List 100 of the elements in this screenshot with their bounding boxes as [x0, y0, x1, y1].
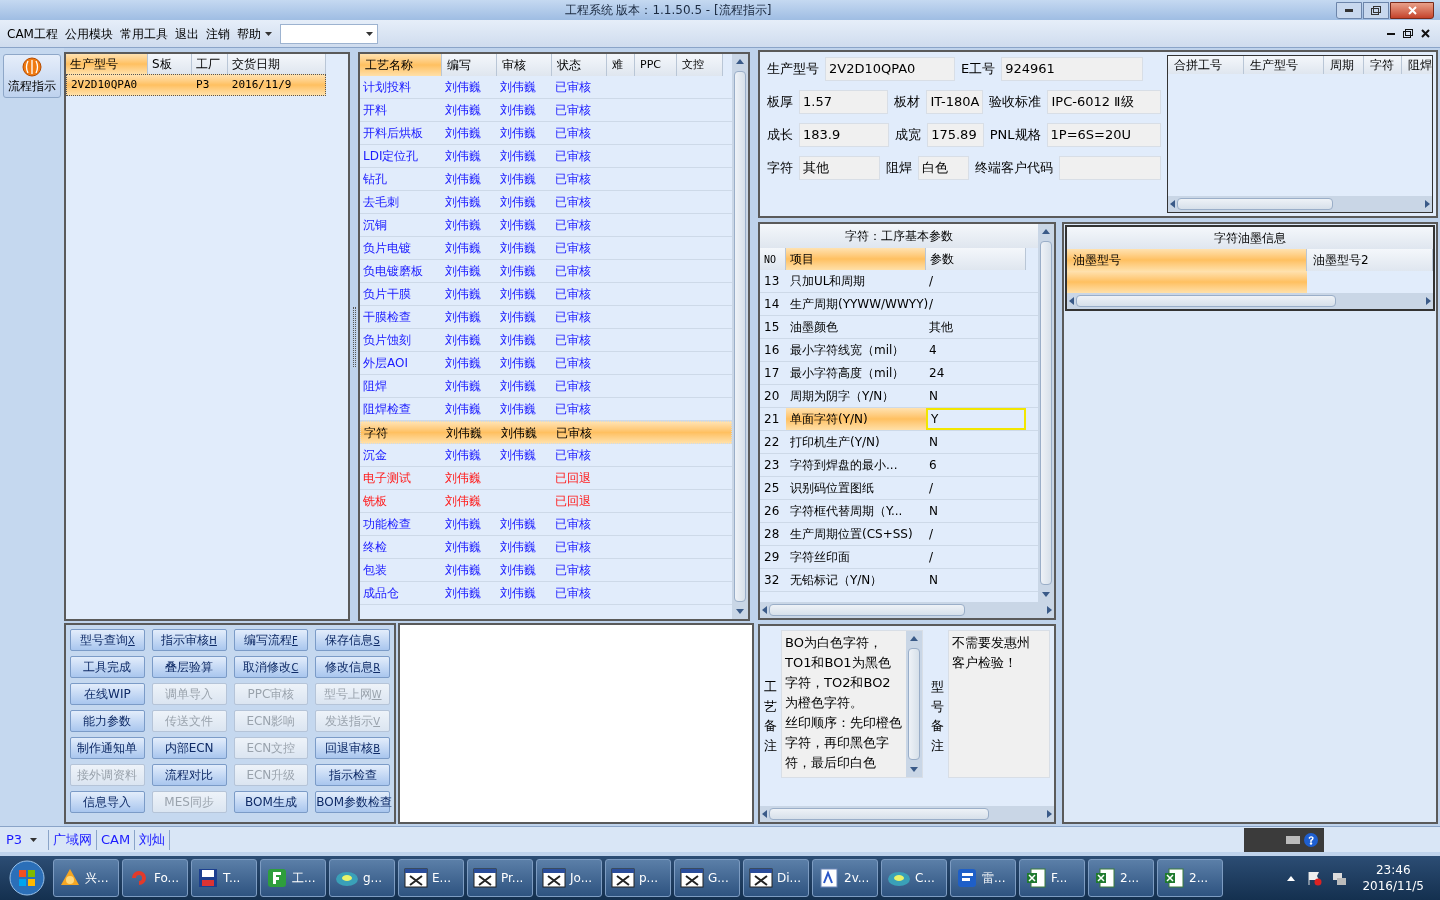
process-row[interactable]: 字符 刘伟巍 刘伟巍 已审核 — [360, 421, 732, 444]
column-header[interactable]: 难 — [607, 54, 635, 76]
scroll-right-icon[interactable] — [1426, 297, 1431, 305]
process-row[interactable]: 钻孔 刘伟巍 刘伟巍 已审核 — [360, 168, 732, 191]
parameter-row[interactable]: 26 字符框代替周期（Y... N — [760, 500, 1038, 523]
action-button[interactable]: 保存信息S — [315, 629, 390, 651]
process-row[interactable]: 负片干膜 刘伟巍 刘伟巍 已审核 — [360, 283, 732, 306]
taskbar-button[interactable]: F... — [1019, 859, 1085, 897]
menu-item[interactable]: 注销 — [202, 22, 233, 45]
close-icon[interactable] — [1421, 29, 1430, 38]
process-row[interactable]: 阻焊 刘伟巍 刘伟巍 已审核 — [360, 375, 732, 398]
menu-item[interactable]: 公用模块 — [61, 22, 116, 45]
process-row[interactable]: 包装 刘伟巍 刘伟巍 已审核 — [360, 559, 732, 582]
taskbar-button[interactable]: T... — [191, 859, 257, 897]
process-row[interactable]: LDI定位孔 刘伟巍 刘伟巍 已审核 — [360, 145, 732, 168]
menu-item[interactable]: 帮助 — [233, 22, 275, 45]
column-header[interactable]: 周期 — [1324, 56, 1364, 74]
order-row[interactable]: 2V2D10QPA0 P3 2016/11/9 — [66, 74, 326, 96]
process-row[interactable]: 功能检查 刘伟巍 刘伟巍 已审核 — [360, 513, 732, 536]
menu-item[interactable]: CAM工程 — [4, 22, 61, 45]
parameter-row[interactable]: 21 单面字符(Y/N) Y — [760, 408, 1038, 431]
column-header[interactable]: 生产型号 — [66, 54, 148, 74]
taskbar-button[interactable]: 2v... — [812, 859, 878, 897]
action-button[interactable]: 编写流程F — [233, 629, 309, 651]
taskbar-button[interactable]: 2... — [1157, 859, 1223, 897]
column-header[interactable]: 审核 — [497, 54, 552, 76]
action-button[interactable]: 取消修改C — [233, 656, 309, 678]
parameter-row[interactable]: 13 只加UL和周期 / — [760, 270, 1038, 293]
action-button[interactable]: 指示审核H — [151, 629, 227, 651]
scrollbar[interactable] — [760, 806, 1054, 822]
scroll-left-icon[interactable] — [762, 606, 767, 614]
scrollbar[interactable] — [732, 54, 748, 619]
taskbar-button[interactable]: 2... — [1088, 859, 1154, 897]
taskbar-button[interactable]: 雷... — [950, 859, 1016, 897]
parameter-row[interactable]: 29 字符丝印面 / — [760, 546, 1038, 569]
action-button[interactable]: 内部ECN — [151, 737, 227, 759]
maximize-button[interactable] — [1363, 1, 1389, 19]
input-field[interactable]: IPC-6012 Ⅱ级 — [1047, 90, 1161, 114]
menu-item[interactable]: 退出 — [171, 22, 202, 45]
action-button[interactable]: 信息导入 — [70, 791, 145, 813]
show-hidden-icon[interactable] — [1287, 875, 1296, 881]
scroll-right-icon[interactable] — [1047, 810, 1052, 818]
splitter-handle[interactable] — [352, 306, 356, 367]
input-field[interactable]: 183.9 — [799, 123, 890, 147]
action-button[interactable]: 在线WIP — [70, 683, 145, 705]
factory-dropdown[interactable]: P3 — [0, 828, 48, 851]
scroll-up-icon[interactable] — [736, 59, 744, 64]
scroll-right-icon[interactable] — [1047, 606, 1052, 614]
column-header[interactable]: 参数 — [926, 248, 1026, 270]
minimize-icon[interactable] — [1387, 32, 1395, 35]
action-button[interactable]: 回退审核B — [315, 737, 390, 759]
column-header[interactable]: 合拼工号 — [1168, 56, 1244, 74]
action-button[interactable]: 叠层验算 — [151, 656, 227, 678]
parameter-row[interactable]: 28 生产周期位置(CS+SS) / — [760, 523, 1038, 546]
action-button[interactable]: 指示检查 — [315, 764, 390, 786]
scroll-down-icon[interactable] — [1042, 592, 1050, 597]
help-icon[interactable] — [1304, 832, 1318, 847]
process-row[interactable]: 干膜检查 刘伟巍 刘伟巍 已审核 — [360, 306, 732, 329]
scroll-left-icon[interactable] — [1069, 297, 1074, 305]
taskbar-button[interactable]: Fo... — [122, 859, 188, 897]
parameter-row[interactable]: 16 最小字符线宽（mil） 4 — [760, 339, 1038, 362]
process-row[interactable]: 开料 刘伟巍 刘伟巍 已审核 — [360, 99, 732, 122]
parameter-row[interactable]: 23 字符到焊盘的最小... 6 — [760, 454, 1038, 477]
column-header[interactable]: 阻焊 — [1402, 56, 1432, 74]
action-button[interactable]: BOM参数检查 — [315, 791, 390, 813]
process-row[interactable]: 去毛刺 刘伟巍 刘伟巍 已审核 — [360, 191, 732, 214]
scroll-up-icon[interactable] — [1042, 229, 1050, 234]
process-row[interactable]: 开料后烘板 刘伟巍 刘伟巍 已审核 — [360, 122, 732, 145]
column-header[interactable]: 文控 — [677, 54, 723, 76]
input-field[interactable]: 2V2D10QPA0 — [825, 57, 955, 81]
process-button[interactable]: 流程指示 — [3, 54, 61, 98]
restore-icon[interactable] — [1403, 29, 1413, 38]
process-row[interactable]: 沉金 刘伟巍 刘伟巍 已审核 — [360, 444, 732, 467]
action-button[interactable]: 修改信息R — [315, 656, 390, 678]
parameter-row[interactable]: 17 最小字符高度（mil） 24 — [760, 362, 1038, 385]
taskbar-button[interactable]: Jo... — [536, 859, 602, 897]
action-button[interactable]: 能力参数 — [70, 710, 145, 732]
scrollbar[interactable] — [906, 631, 922, 777]
process-row[interactable]: 沉铜 刘伟巍 刘伟巍 已审核 — [360, 214, 732, 237]
menu-item[interactable]: 常用工具 — [116, 22, 171, 45]
taskbar-button[interactable]: g... — [329, 859, 395, 897]
scrollbar[interactable] — [1038, 224, 1054, 602]
process-row[interactable]: 负电镀磨板 刘伟巍 刘伟巍 已审核 — [360, 260, 732, 283]
input-field[interactable]: 1.57 — [799, 90, 889, 114]
process-row[interactable]: 负片蚀刻 刘伟巍 刘伟巍 已审核 — [360, 329, 732, 352]
column-header[interactable]: 交货日期 — [228, 54, 326, 74]
input-field[interactable]: 1P=6S=20U — [1046, 123, 1161, 147]
network-icon[interactable] — [1331, 870, 1348, 886]
input-field[interactable]: 白色 — [917, 156, 969, 180]
taskbar-button[interactable]: E... — [398, 859, 464, 897]
flag-icon[interactable] — [1306, 870, 1323, 886]
column-header[interactable]: 编写 — [442, 54, 497, 76]
scroll-up-icon[interactable] — [910, 636, 918, 641]
parameter-row[interactable]: 15 油墨颜色 其他 — [760, 316, 1038, 339]
process-row[interactable]: 计划投料 刘伟巍 刘伟巍 已审核 — [360, 76, 732, 99]
minimize-button[interactable] — [1336, 1, 1362, 19]
process-row[interactable]: 成品仓 刘伟巍 刘伟巍 已审核 — [360, 582, 732, 605]
column-header[interactable]: 工厂 — [192, 54, 228, 74]
taskbar-button[interactable]: G... — [674, 859, 740, 897]
parameter-row[interactable]: 32 无铅标记（Y/N） N — [760, 569, 1038, 592]
